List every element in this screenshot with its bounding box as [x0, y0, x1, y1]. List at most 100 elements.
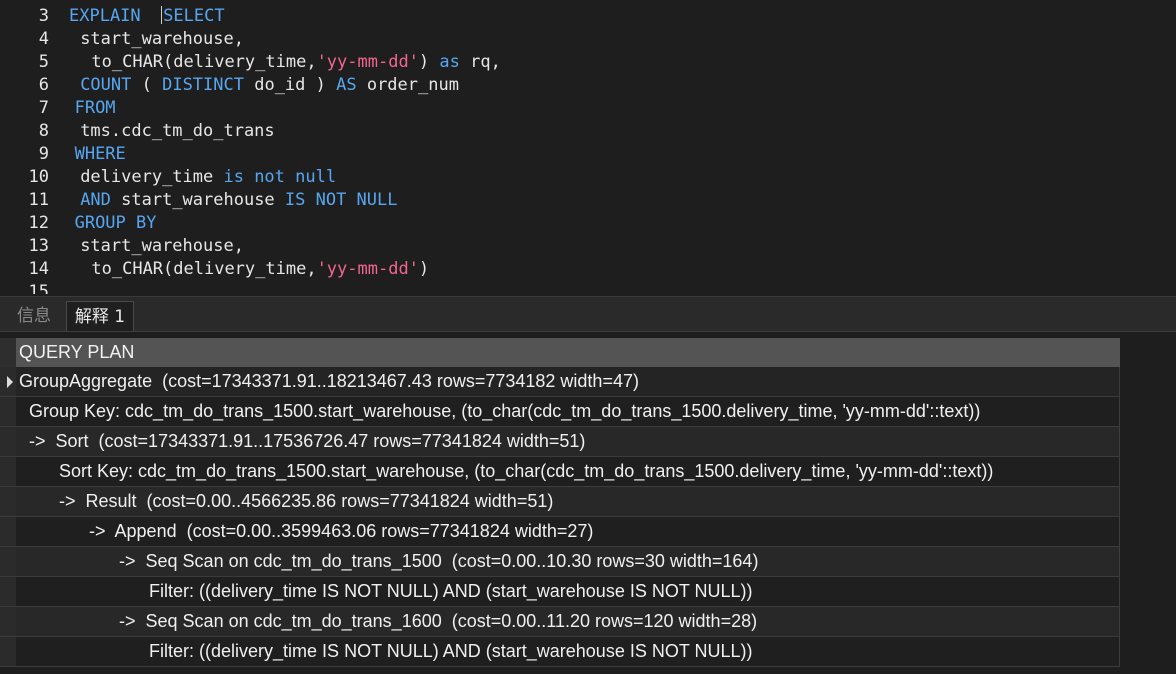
code-text: EXPLAIN SELECT	[69, 5, 225, 28]
row-selector[interactable]	[0, 367, 16, 397]
row-selector[interactable]	[0, 547, 16, 577]
line-number: 7	[38, 98, 49, 118]
plan-cell[interactable]: Group Key: cdc_tm_do_trans_1500.start_wa…	[16, 397, 1120, 427]
line-number: 13	[28, 236, 49, 256]
row-selector[interactable]	[0, 427, 16, 457]
code-text: to_CHAR(delivery_time,'yy-mm-dd')	[91, 258, 429, 281]
line-number: 10	[28, 167, 49, 187]
sql-token: tms.cdc_tm_do_trans	[80, 121, 275, 141]
sql-token: to_CHAR(delivery_time,	[91, 259, 317, 279]
current-row-arrow-icon	[7, 376, 13, 388]
row-selector[interactable]	[0, 457, 16, 487]
plan-cell[interactable]: GroupAggregate (cost=17343371.91..182134…	[16, 367, 1120, 397]
code-text: to_CHAR(delivery_time,'yy-mm-dd') as rq,	[91, 51, 500, 74]
sql-keyword: SELECT	[163, 6, 225, 26]
row-selector[interactable]	[0, 397, 16, 427]
sql-keyword: AS	[336, 75, 357, 95]
sql-token: )	[418, 52, 440, 72]
sql-token: to_CHAR(delivery_time,	[91, 52, 317, 72]
code-line[interactable]: 14 to_CHAR(delivery_time,'yy-mm-dd')	[0, 258, 1176, 281]
row-selector[interactable]	[0, 577, 16, 607]
code-text: FROM	[75, 97, 116, 120]
plan-cell[interactable]: -> Seq Scan on cdc_tm_do_trans_1600 (cos…	[16, 607, 1120, 637]
sql-token: start_warehouse,	[80, 29, 244, 49]
plan-row[interactable]: Sort Key: cdc_tm_do_trans_1500.start_war…	[0, 457, 1120, 487]
code-line[interactable]: 15	[0, 281, 1176, 294]
sql-token: do_id )	[243, 75, 337, 95]
plan-cell[interactable]: -> Sort (cost=17343371.91..17536726.47 r…	[16, 427, 1120, 457]
code-text: COUNT ( DISTINCT do_id ) AS order_num	[80, 74, 459, 97]
code-text: WHERE	[75, 143, 126, 166]
plan-row[interactable]: Filter: ((delivery_time IS NOT NULL) AND…	[0, 577, 1120, 607]
plan-cell[interactable]: Sort Key: cdc_tm_do_trans_1500.start_war…	[16, 457, 1120, 487]
sql-keyword: AND	[80, 190, 111, 210]
plan-row[interactable]: -> Seq Scan on cdc_tm_do_trans_1500 (cos…	[0, 547, 1120, 577]
code-text: AND start_warehouse IS NOT NULL	[80, 189, 397, 212]
plan-cell[interactable]: -> Result (cost=0.00..4566235.86 rows=77…	[16, 487, 1120, 517]
code-text: start_warehouse,	[80, 235, 244, 258]
plan-row[interactable]: GroupAggregate (cost=17343371.91..182134…	[0, 367, 1120, 397]
code-line[interactable]: 11 AND start_warehouse IS NOT NULL	[0, 189, 1176, 212]
code-line[interactable]: 9 WHERE	[0, 143, 1176, 166]
sql-token: order_num	[356, 75, 459, 95]
code-text: start_warehouse,	[80, 28, 244, 51]
code-line[interactable]: 3 EXPLAIN SELECT	[0, 5, 1176, 28]
sql-keyword: EXPLAIN	[69, 6, 141, 26]
row-selector[interactable]	[0, 637, 16, 667]
sql-keyword: WHERE	[74, 144, 126, 164]
sql-string: 'yy-mm-dd'	[316, 259, 419, 279]
plan-cell[interactable]: -> Append (cost=0.00..3599463.06 rows=77…	[16, 517, 1120, 547]
sql-token: rq,	[459, 52, 501, 72]
line-number: 5	[38, 52, 49, 72]
tab-info[interactable]: 信息	[4, 301, 64, 331]
plan-row[interactable]: -> Append (cost=0.00..3599463.06 rows=77…	[0, 517, 1120, 547]
sql-string: 'yy-mm-dd'	[316, 52, 419, 72]
plan-cell[interactable]: Filter: ((delivery_time IS NOT NULL) AND…	[16, 577, 1120, 607]
code-line[interactable]: 12 GROUP BY	[0, 212, 1176, 235]
code-line[interactable]: 13 start_warehouse,	[0, 235, 1176, 258]
plan-cell[interactable]: -> Seq Scan on cdc_tm_do_trans_1500 (cos…	[16, 547, 1120, 577]
plan-row[interactable]: Group Key: cdc_tm_do_trans_1500.start_wa…	[0, 397, 1120, 427]
sql-editor[interactable]: 3 EXPLAIN SELECT 4 start_warehouse, 5 to_CHAR…	[0, 0, 1176, 294]
row-selector[interactable]	[0, 607, 16, 637]
sql-keyword: is not null	[223, 167, 337, 187]
result-tab-bar: 信息 解释 1	[0, 296, 1176, 332]
line-number: 4	[38, 29, 49, 49]
code-line[interactable]: 5 to_CHAR(delivery_time,'yy-mm-dd') as rq…	[0, 51, 1176, 74]
plan-row[interactable]: -> Seq Scan on cdc_tm_do_trans_1600 (cos…	[0, 607, 1120, 637]
line-number: 9	[38, 144, 49, 164]
code-line[interactable]: 8 tms.cdc_tm_do_trans	[0, 120, 1176, 143]
plan-cell[interactable]: Filter: ((delivery_time IS NOT NULL) AND…	[16, 637, 1120, 667]
line-number: 8	[38, 121, 49, 141]
line-number: 12	[28, 213, 49, 233]
code-line[interactable]: 4 start_warehouse,	[0, 28, 1176, 51]
sql-token: (	[131, 75, 163, 95]
row-selector[interactable]	[0, 487, 16, 517]
grid-corner	[0, 338, 16, 367]
sql-keyword: DISTINCT	[162, 75, 244, 95]
query-plan-grid[interactable]: QUERY PLAN GroupAggregate (cost=17343371…	[0, 332, 1176, 674]
sql-keyword: GROUP BY	[74, 213, 157, 233]
line-number: 15	[28, 282, 49, 294]
code-text: tms.cdc_tm_do_trans	[80, 120, 274, 143]
code-line[interactable]: 7 FROM	[0, 97, 1176, 120]
sql-token: start_warehouse,	[80, 236, 244, 256]
code-text: GROUP BY	[75, 212, 157, 235]
column-header-query-plan[interactable]: QUERY PLAN	[16, 338, 1120, 367]
plan-row[interactable]: -> Sort (cost=17343371.91..17536726.47 r…	[0, 427, 1120, 457]
line-number: 11	[28, 190, 49, 210]
sql-keyword: FROM	[74, 98, 116, 118]
sql-keyword: IS NOT NULL	[284, 190, 398, 210]
code-text: delivery_time is not null	[80, 166, 336, 189]
sql-token: start_warehouse	[110, 190, 285, 210]
code-line[interactable]: 6 COUNT ( DISTINCT do_id ) AS order_num	[0, 74, 1176, 97]
row-selector[interactable]	[0, 517, 16, 547]
plan-row[interactable]: -> Result (cost=0.00..4566235.86 rows=77…	[0, 487, 1120, 517]
tab-explain-1[interactable]: 解释 1	[66, 301, 134, 331]
sql-token: )	[418, 259, 430, 279]
sql-keyword: as	[439, 52, 460, 72]
plan-row[interactable]: Filter: ((delivery_time IS NOT NULL) AND…	[0, 637, 1120, 667]
line-number: 6	[38, 75, 49, 95]
code-line[interactable]: 10 delivery_time is not null	[0, 166, 1176, 189]
